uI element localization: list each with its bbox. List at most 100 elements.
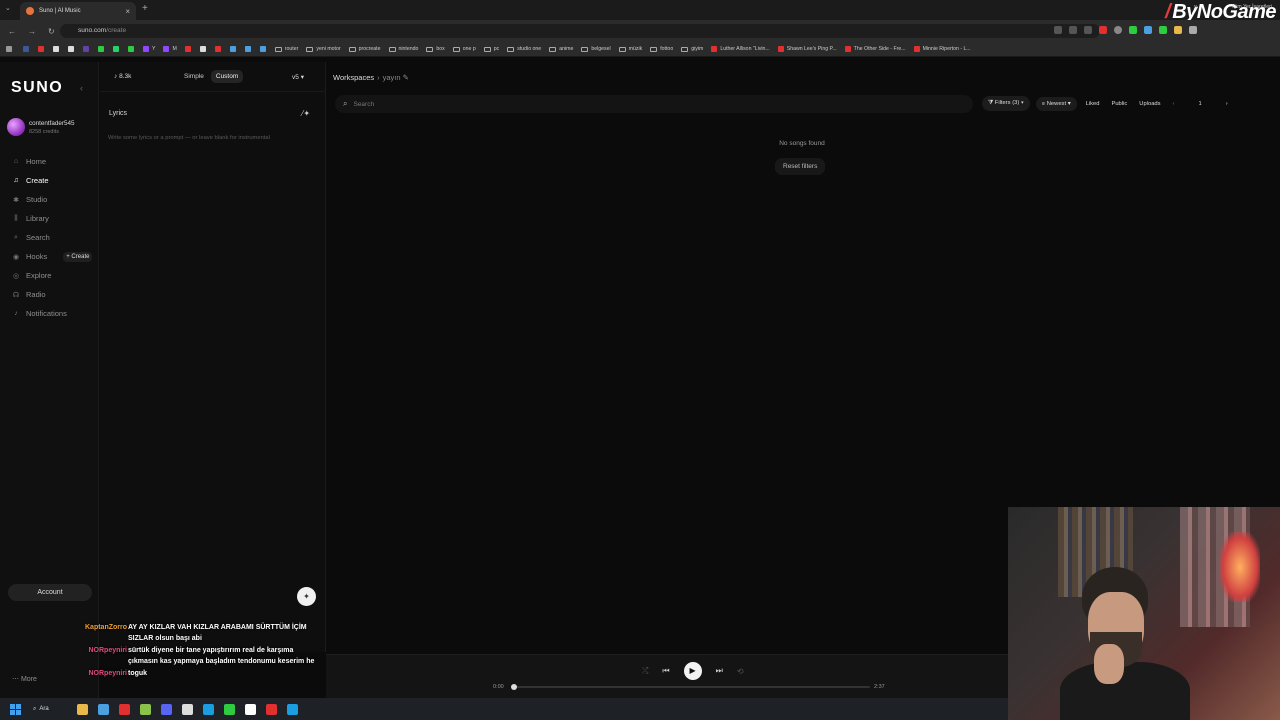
bookmark-item[interactable] xyxy=(214,46,224,52)
bookmark-item[interactable]: Y xyxy=(143,46,155,52)
lyrics-textarea[interactable]: Write some lyrics or a prompt — or leave… xyxy=(108,135,270,141)
sidebar-item-search[interactable]: ⌕ Search xyxy=(12,228,92,247)
bookmark-item[interactable] xyxy=(244,46,254,52)
repeat-icon[interactable]: ⟲ xyxy=(737,667,744,676)
mode-custom-button[interactable]: Custom xyxy=(210,70,244,83)
account-button[interactable]: Account xyxy=(8,584,92,601)
next-track-icon[interactable]: ⏭ xyxy=(716,666,723,676)
sidebar-item-library[interactable]: ⫼ Library xyxy=(12,209,92,228)
bookmark-item[interactable] xyxy=(259,46,269,52)
more-menu[interactable]: ⋯ More xyxy=(12,675,37,683)
bookmark-folder[interactable]: router xyxy=(274,46,298,52)
collapse-sidebar-icon[interactable]: ‹ xyxy=(80,83,83,93)
progress-bar[interactable] xyxy=(511,684,870,690)
install-icon[interactable] xyxy=(1069,26,1077,34)
bookmark-item[interactable] xyxy=(68,46,77,52)
bookmark-folder[interactable]: nintendo xyxy=(388,46,418,52)
hooks-create-button[interactable]: + Create xyxy=(63,251,93,262)
bookmark-item[interactable] xyxy=(83,46,92,52)
taskbar-app-icon[interactable] xyxy=(266,703,277,715)
new-tab-button[interactable]: + xyxy=(142,3,148,14)
bookmark-folder[interactable]: giyim xyxy=(681,46,703,52)
shuffle-icon[interactable]: ⤮ xyxy=(642,666,648,676)
bookmark-item[interactable]: The Other Side - Fre... xyxy=(844,46,906,52)
star-icon[interactable] xyxy=(1084,26,1092,34)
next-page-icon[interactable]: › xyxy=(1223,97,1231,111)
taskbar-app-icon[interactable] xyxy=(224,703,235,715)
bookmark-folder[interactable]: fottoo xyxy=(650,46,673,52)
bookmark-folder[interactable]: yeni motor xyxy=(306,46,341,52)
taskbar-app-icon[interactable] xyxy=(245,703,256,715)
bookmark-folder[interactable]: müzik xyxy=(618,46,642,52)
sort-button[interactable]: ≡ Newest ▾ xyxy=(1035,96,1077,111)
forward-icon[interactable]: → xyxy=(28,27,40,36)
prev-page-icon[interactable]: ‹ xyxy=(1170,97,1178,111)
taskbar-app-icon[interactable] xyxy=(98,703,109,715)
taskbar-search[interactable]: ⌕ Ara xyxy=(33,706,73,713)
sidebar-item-notifications[interactable]: ♪ Notifications xyxy=(12,304,92,323)
sidebar-item-create[interactable]: ♫ Create xyxy=(12,171,92,190)
bookmark-item[interactable] xyxy=(199,46,209,52)
user-profile[interactable]: contentfader545 8258 credits xyxy=(7,118,75,136)
browser-tab-suno[interactable]: Suno | AI Music × xyxy=(20,2,136,20)
reset-filters-button[interactable]: Reset filters xyxy=(775,158,826,175)
bookmark-folder[interactable]: procreate xyxy=(348,46,381,52)
bookmark-folder[interactable]: belgesel xyxy=(581,46,611,52)
bookmark-item[interactable]: Luther Allison "Livin... xyxy=(711,46,770,52)
taskbar-app-icon[interactable] xyxy=(203,703,214,715)
taskbar-app-icon[interactable] xyxy=(161,703,172,715)
magic-wand-icon[interactable]: ⁄✦ xyxy=(302,109,310,118)
search-input[interactable] xyxy=(353,100,914,108)
bookmark-item[interactable]: M xyxy=(163,46,177,52)
taskbar-app-icon[interactable] xyxy=(182,703,193,715)
tab-list-chevron-icon[interactable]: ⌄ xyxy=(5,4,11,12)
bookmark-item[interactable] xyxy=(184,46,194,52)
liked-filter[interactable]: Liked xyxy=(1083,97,1103,111)
filters-button[interactable]: ⧩ Filters (3) ▾ xyxy=(982,96,1030,111)
taskbar-app-icon[interactable] xyxy=(287,703,298,715)
suno-logo[interactable]: SUNO xyxy=(11,79,63,97)
bookmark-folder[interactable]: studio one xyxy=(507,46,541,52)
bookmark-item[interactable]: Minnie Riperton - L... xyxy=(913,46,971,52)
tab-close-icon[interactable]: × xyxy=(125,7,130,16)
bookmark-item[interactable] xyxy=(98,46,107,52)
extension-circle-icon[interactable] xyxy=(1114,26,1122,34)
create-floating-button[interactable]: ✦ xyxy=(297,587,316,606)
previous-track-icon[interactable]: ⏮ xyxy=(662,666,669,676)
sidebar-item-radio[interactable]: ☊ Radio xyxy=(12,285,92,304)
extension-green-icon[interactable] xyxy=(1129,26,1137,34)
extension-red-icon[interactable] xyxy=(1099,26,1107,34)
mode-simple-button[interactable]: Simple xyxy=(179,70,209,83)
bookmark-item[interactable] xyxy=(113,46,122,52)
url-field[interactable]: suno.com/create xyxy=(60,24,1100,38)
bookmarks-overflow-icon[interactable]: » xyxy=(1194,2,1198,11)
all-bookmarks-link[interactable]: Tüm Yer İşaretleri xyxy=(1231,4,1272,10)
sidebar-item-explore[interactable]: ◎ Explore xyxy=(12,266,92,285)
bookmark-item[interactable] xyxy=(38,46,47,52)
windows-start-icon[interactable] xyxy=(10,703,21,715)
bookmark-item[interactable] xyxy=(53,46,62,52)
bookmark-folder[interactable]: one p xyxy=(452,46,476,52)
model-version-select[interactable]: v5 ▾ xyxy=(292,73,304,81)
play-button[interactable]: ▶ xyxy=(683,662,702,680)
sidebar-item-home[interactable]: ⌂ Home xyxy=(12,152,92,171)
breadcrumb-workspaces[interactable]: Workspaces xyxy=(333,73,374,82)
apps-grid-icon[interactable] xyxy=(6,46,15,52)
uploads-filter[interactable]: Uploads xyxy=(1136,97,1163,111)
reload-icon[interactable]: ↻ xyxy=(48,27,60,36)
progress-handle[interactable] xyxy=(511,684,517,690)
public-filter[interactable]: Public xyxy=(1108,97,1130,111)
back-icon[interactable]: ← xyxy=(8,27,20,36)
taskbar-app-icon[interactable] xyxy=(77,703,88,715)
bookmark-item[interactable] xyxy=(128,46,137,52)
bookmark-folder[interactable]: box xyxy=(426,46,445,52)
translate-icon[interactable] xyxy=(1054,26,1062,34)
bookmark-item[interactable] xyxy=(23,46,32,52)
taskbar-app-icon[interactable] xyxy=(140,703,151,715)
bookmark-item[interactable]: Shawn Lee's Ping P... xyxy=(777,46,837,52)
sidebar-item-studio[interactable]: ✱ Studio xyxy=(12,190,92,209)
extension-green2-icon[interactable] xyxy=(1159,26,1167,34)
extensions-puzzle-icon[interactable] xyxy=(1189,26,1197,34)
extension-yellow-icon[interactable] xyxy=(1174,26,1182,34)
bookmark-folder[interactable]: anime xyxy=(549,46,573,52)
